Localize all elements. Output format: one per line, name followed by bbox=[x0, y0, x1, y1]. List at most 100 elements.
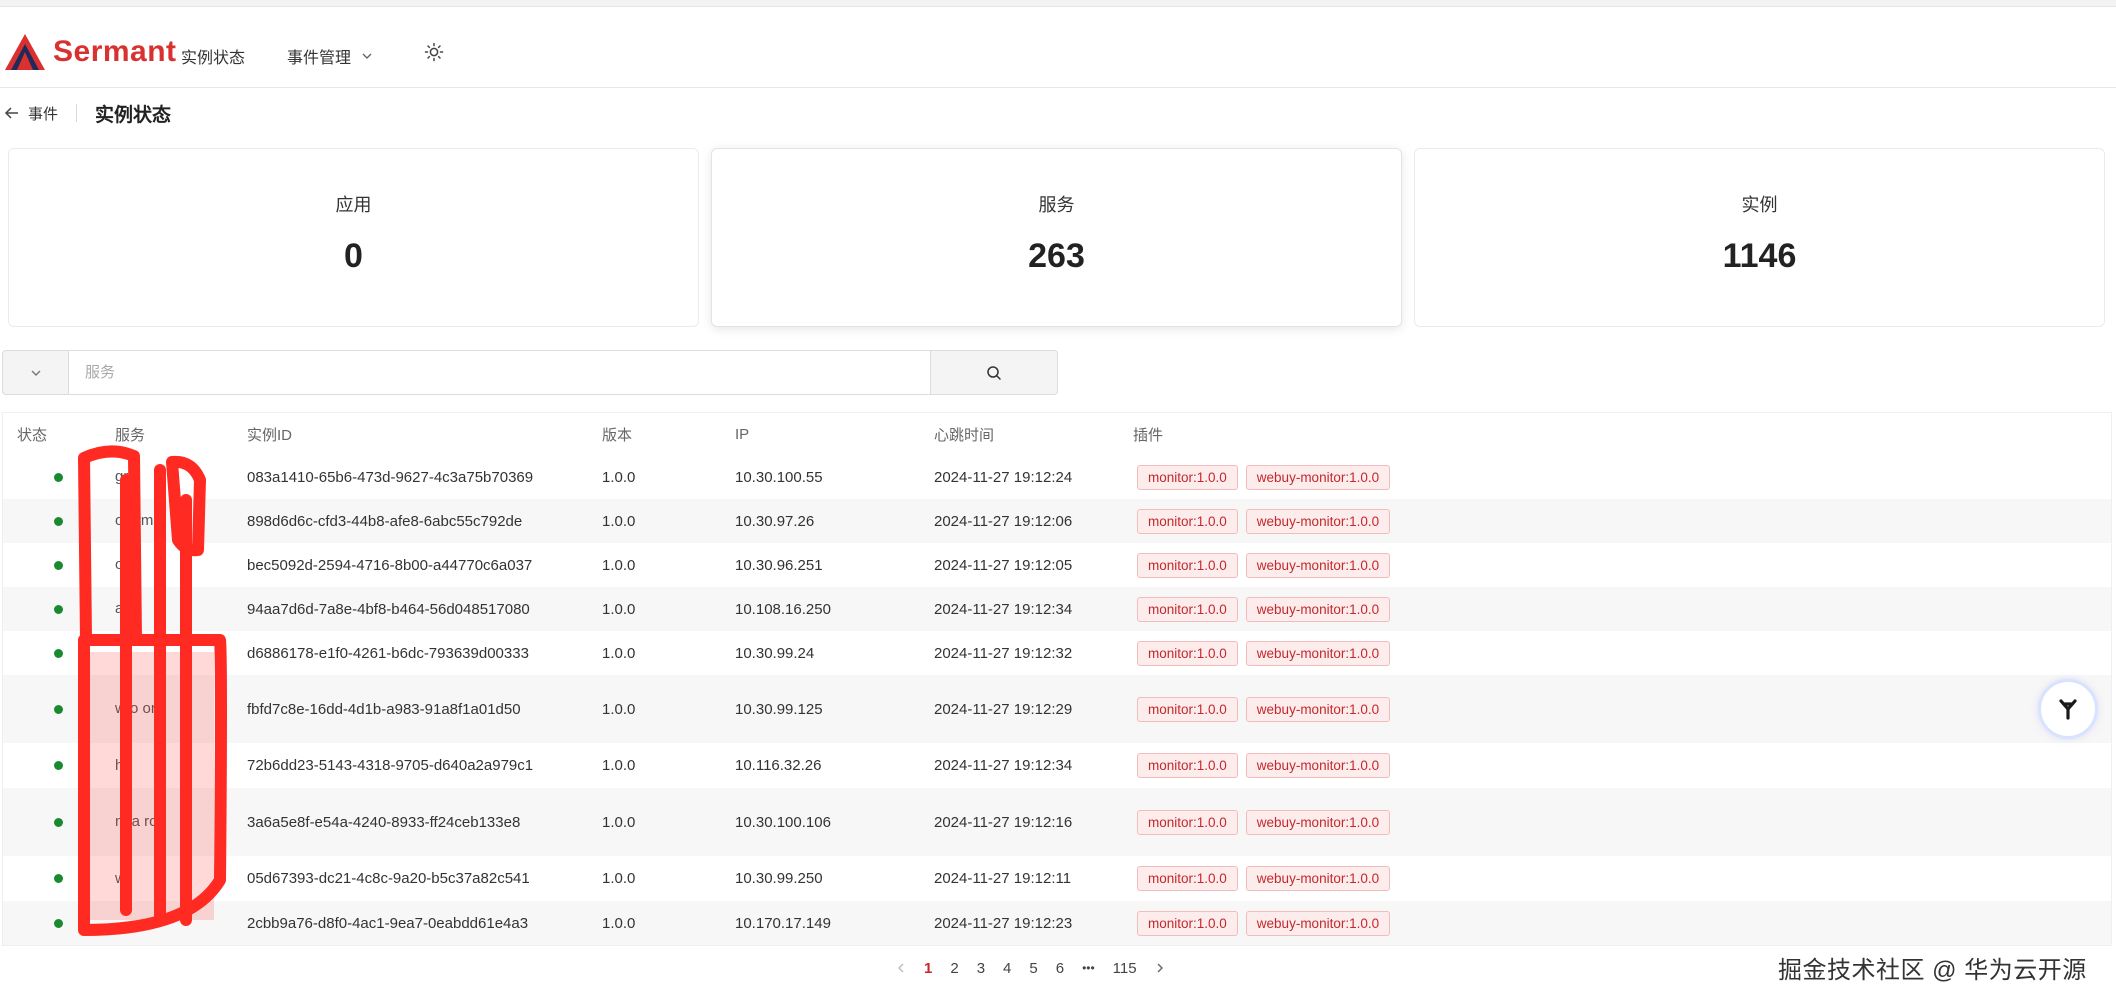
table-row[interactable]: m a rc 3a6a5e8f-e54a-4240-8933-ff24ceb13… bbox=[3, 788, 2111, 856]
table-row[interactable]: gr 083a1410-65b6-473d-9627-4c3a75b70369 … bbox=[3, 455, 2111, 499]
chevron-down-icon bbox=[362, 53, 372, 59]
header-plugins: 插件 bbox=[1133, 413, 2111, 455]
pagination-page-1[interactable]: 1 bbox=[915, 960, 941, 977]
service-name[interactable]: ha bbox=[115, 755, 225, 777]
search-field-select[interactable] bbox=[2, 350, 68, 395]
plugin-tag[interactable]: webuy-monitor:1.0.0 bbox=[1245, 464, 1391, 490]
instance-id: fbfd7c8e-16dd-4d1b-a983-91a8f1a01d50 bbox=[247, 675, 602, 743]
plugin-tag[interactable]: webuy-monitor:1.0.0 bbox=[1245, 596, 1391, 622]
plugin-tag[interactable]: monitor:1.0.0 bbox=[1137, 809, 1238, 835]
page: Sermant 实例状态 事件管理 事件 实例状态 应用 0 服务 263 实例… bbox=[0, 0, 2116, 1006]
pagination-page-4[interactable]: 4 bbox=[994, 960, 1020, 977]
plugin-tag[interactable]: webuy-monitor:1.0.0 bbox=[1245, 552, 1391, 578]
nav-instances[interactable]: 实例状态 bbox=[181, 44, 245, 68]
version: 1.0.0 bbox=[602, 543, 735, 587]
logo[interactable]: Sermant bbox=[3, 32, 177, 72]
logo-text: Sermant bbox=[53, 35, 177, 68]
service-name[interactable]: w bbox=[115, 868, 225, 890]
service-name[interactable]: w o or bbox=[115, 698, 225, 720]
instance-id: 05d67393-dc21-4c8c-9a20-b5c37a82c541 bbox=[247, 856, 602, 901]
heartbeat-time: 2024-11-27 19:12:06 bbox=[934, 499, 1133, 543]
ip-address: 10.30.100.55 bbox=[735, 455, 934, 499]
service-name[interactable]: or bbox=[115, 554, 225, 576]
theme-toggle-button[interactable] bbox=[424, 42, 444, 67]
pagination-page-last[interactable]: 115 bbox=[1104, 960, 1146, 977]
floating-assistant-button[interactable] bbox=[2041, 682, 2095, 736]
table-row[interactable]: or bec5092d-2594-4716-8b00-a44770c6a037 … bbox=[3, 543, 2111, 587]
header-heartbeat: 心跳时间 bbox=[934, 413, 1133, 455]
instance-id: 3a6a5e8f-e54a-4240-8933-ff24ceb133e8 bbox=[247, 788, 602, 856]
table-row[interactable]: at b 94aa7d6d-7a8e-4bf8-b464-56d04851708… bbox=[3, 587, 2111, 631]
pagination-page-2[interactable]: 2 bbox=[941, 960, 967, 977]
header-status: 状态 bbox=[3, 413, 115, 455]
ip-address: 10.170.17.149 bbox=[735, 901, 934, 945]
status-online-dot bbox=[54, 817, 63, 827]
pagination-ellipsis[interactable]: ••• bbox=[1073, 961, 1104, 975]
plugin-tag[interactable]: monitor:1.0.0 bbox=[1137, 696, 1238, 722]
service-name[interactable]: m a rc bbox=[115, 811, 225, 833]
table-row[interactable]: op rm 898d6d6c-cfd3-44b8-afe8-6abc55c792… bbox=[3, 499, 2111, 543]
plugin-tag[interactable]: monitor:1.0.0 bbox=[1137, 464, 1238, 490]
heartbeat-time: 2024-11-27 19:12:16 bbox=[934, 788, 1133, 856]
nav-events-menu[interactable]: 事件管理 bbox=[287, 44, 373, 68]
heartbeat-time: 2024-11-27 19:12:11 bbox=[934, 856, 1133, 901]
version: 1.0.0 bbox=[602, 587, 735, 631]
table-row[interactable]: 2cbb9a76-d8f0-4ac1-9ea7-0eabdd61e4a3 1.0… bbox=[3, 901, 2111, 945]
search-bar bbox=[2, 350, 1058, 395]
pagination-page-6[interactable]: 6 bbox=[1047, 960, 1073, 977]
plugin-tag[interactable]: monitor:1.0.0 bbox=[1137, 910, 1238, 936]
plugin-tag[interactable]: webuy-monitor:1.0.0 bbox=[1245, 640, 1391, 666]
table-row[interactable]: w 05d67393-dc21-4c8c-9a20-b5c37a82c541 1… bbox=[3, 856, 2111, 901]
plugin-tag[interactable]: webuy-monitor:1.0.0 bbox=[1245, 753, 1391, 778]
status-online-dot bbox=[54, 472, 63, 482]
stat-value: 1146 bbox=[1722, 237, 1797, 275]
browser-bookmark-strip bbox=[0, 0, 2116, 7]
service-name[interactable]: at b bbox=[115, 598, 225, 620]
plugin-tag[interactable]: monitor:1.0.0 bbox=[1137, 640, 1238, 666]
stat-card-services[interactable]: 服务 263 bbox=[711, 148, 1402, 327]
table-row[interactable]: ha 72b6dd23-5143-4318-9705-d640a2a979c1 … bbox=[3, 743, 2111, 788]
ip-address: 10.30.97.26 bbox=[735, 499, 934, 543]
search-button[interactable] bbox=[931, 350, 1058, 395]
nav-instances-label: 实例状态 bbox=[181, 50, 246, 67]
ip-address: 10.30.96.251 bbox=[735, 543, 934, 587]
top-nav: Sermant 实例状态 事件管理 bbox=[0, 22, 2116, 88]
plugin-tag[interactable]: monitor:1.0.0 bbox=[1137, 753, 1238, 778]
back-arrow-icon[interactable] bbox=[4, 105, 20, 121]
version: 1.0.0 bbox=[602, 499, 735, 543]
plugin-tag[interactable]: monitor:1.0.0 bbox=[1137, 866, 1238, 891]
status-online-dot bbox=[54, 704, 63, 714]
sermant-logo-icon bbox=[5, 34, 45, 70]
back-link[interactable]: 事件 bbox=[28, 103, 58, 124]
plugin-tag[interactable]: monitor:1.0.0 bbox=[1137, 552, 1238, 578]
plugin-tag[interactable]: monitor:1.0.0 bbox=[1137, 596, 1238, 622]
status-online-dot bbox=[54, 761, 63, 770]
heartbeat-time: 2024-11-27 19:12:32 bbox=[934, 631, 1133, 675]
plugin-tag[interactable]: webuy-monitor:1.0.0 bbox=[1245, 508, 1391, 534]
service-name[interactable]: gr bbox=[115, 466, 225, 488]
ip-address: 10.30.99.250 bbox=[735, 856, 934, 901]
nav-events-label: 事件管理 bbox=[287, 50, 352, 67]
service-name[interactable]: op rm bbox=[115, 510, 225, 532]
search-input[interactable] bbox=[68, 350, 931, 395]
plugin-tag[interactable]: webuy-monitor:1.0.0 bbox=[1245, 866, 1391, 891]
heartbeat-time: 2024-11-27 19:12:05 bbox=[934, 543, 1133, 587]
stat-value: 263 bbox=[1028, 237, 1085, 275]
instance-id: 72b6dd23-5143-4318-9705-d640a2a979c1 bbox=[247, 743, 602, 788]
sun-icon bbox=[424, 42, 444, 62]
status-online-dot bbox=[54, 648, 63, 658]
plugin-tag[interactable]: webuy-monitor:1.0.0 bbox=[1245, 809, 1391, 835]
chevron-down-icon bbox=[31, 370, 40, 376]
pagination-page-5[interactable]: 5 bbox=[1020, 960, 1046, 977]
table-row[interactable]: w o or fbfd7c8e-16dd-4d1b-a983-91a8f1a01… bbox=[3, 675, 2111, 743]
pagination-prev-button[interactable] bbox=[887, 962, 915, 974]
table-row[interactable]: d6886178-e1f0-4261-b6dc-793639d00333 1.0… bbox=[3, 631, 2111, 675]
instance-id: 898d6d6c-cfd3-44b8-afe8-6abc55c792de bbox=[247, 499, 602, 543]
plugin-tag[interactable]: monitor:1.0.0 bbox=[1137, 508, 1238, 534]
pagination-next-button[interactable] bbox=[1146, 962, 1174, 974]
pagination-page-3[interactable]: 3 bbox=[968, 960, 994, 977]
search-icon bbox=[987, 365, 1001, 380]
plugin-tag[interactable]: webuy-monitor:1.0.0 bbox=[1245, 910, 1391, 936]
plugin-tag[interactable]: webuy-monitor:1.0.0 bbox=[1245, 696, 1391, 722]
status-online-dot bbox=[54, 516, 63, 526]
